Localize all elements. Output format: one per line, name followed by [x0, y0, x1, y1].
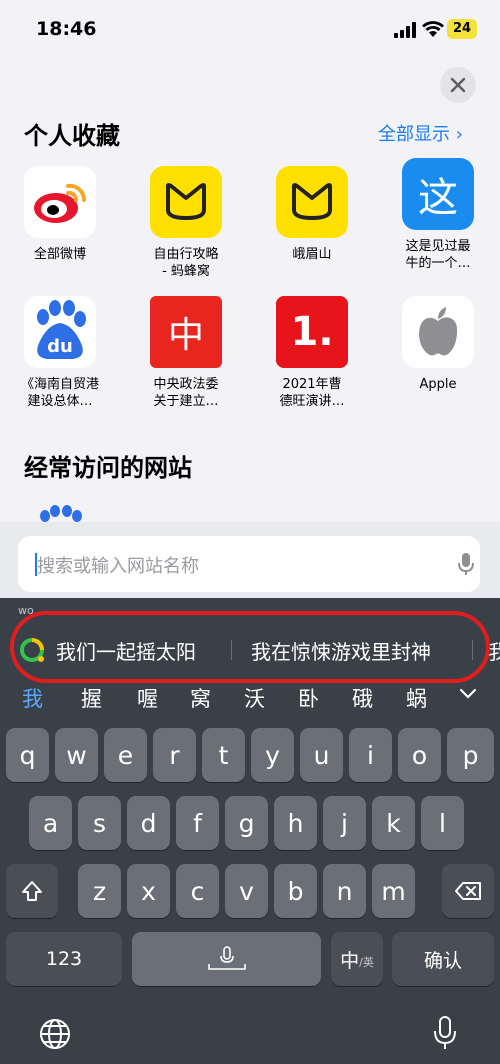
candidate-char[interactable]: 沃 — [244, 683, 265, 713]
close-icon — [450, 77, 466, 93]
svg-text:du: du — [47, 336, 73, 357]
microphone-icon[interactable] — [432, 1015, 458, 1051]
key-c[interactable]: c — [176, 864, 219, 918]
language-switch-key[interactable]: 中/英 — [331, 932, 383, 986]
confirm-key[interactable]: 确认 — [392, 932, 494, 986]
search-placeholder: 搜索或输入网站名称 — [37, 556, 199, 577]
favorite-zhong[interactable]: 中 中央政法委 关于建立… — [130, 296, 242, 410]
weibo-icon — [24, 166, 96, 238]
delete-key[interactable] — [442, 864, 494, 918]
language-key-sublabel: /英 — [359, 956, 374, 969]
candidate-char[interactable]: 硪 — [352, 683, 373, 713]
favorite-label: 2021年曹 德旺演讲… — [279, 377, 345, 409]
wifi-icon — [422, 21, 444, 37]
chevron-down-icon[interactable] — [459, 688, 477, 700]
key-h[interactable]: h — [274, 796, 317, 850]
key-q[interactable]: q — [6, 728, 49, 782]
favorite-label: 全部微博 — [33, 247, 86, 262]
favorite-label: 峨眉山 — [292, 247, 332, 262]
zhong-icon: 中 — [150, 296, 222, 368]
status-bar: 18:46 24 — [0, 0, 500, 60]
signal-icon — [394, 22, 416, 38]
numbers-key[interactable]: 123 — [6, 932, 122, 986]
key-a[interactable]: a — [29, 796, 72, 850]
key-b[interactable]: b — [274, 864, 317, 918]
frequent-title: 经常访问的网站 — [24, 454, 192, 482]
mafengwo-icon — [150, 166, 222, 238]
candidate-char[interactable]: 蜗 — [406, 683, 427, 713]
favorite-emeishan[interactable]: 峨眉山 — [256, 166, 368, 263]
key-v[interactable]: v — [225, 864, 268, 918]
favorite-zhe[interactable]: 这 这是见过最 牛的一个… — [382, 158, 494, 272]
key-i[interactable]: i — [349, 728, 392, 782]
key-u[interactable]: u — [300, 728, 343, 782]
battery-indicator: 24 — [447, 19, 477, 39]
favorite-one[interactable]: 1. 2021年曹 德旺演讲… — [256, 296, 368, 410]
mafengwo-icon — [276, 166, 348, 238]
microphone-icon[interactable] — [456, 552, 476, 576]
zhe-icon: 这 — [402, 158, 474, 230]
language-key-label: 中 — [340, 949, 360, 972]
key-z[interactable]: z — [78, 864, 121, 918]
favorites-title: 个人收藏 — [24, 122, 120, 150]
favorite-baidu[interactable]: du 《海南自贸港 建设总体… — [4, 296, 116, 410]
favorite-weibo[interactable]: 全部微博 — [4, 166, 116, 263]
search-input[interactable]: 搜索或输入网站名称 — [18, 536, 480, 592]
key-g[interactable]: g — [225, 796, 268, 850]
annotation-highlight — [10, 611, 490, 683]
favorite-mafengwo[interactable]: 自由行攻略 - 蚂蜂窝 — [130, 166, 242, 280]
keyboard-bottom-bar — [0, 992, 500, 1064]
candidate-char[interactable]: 我 — [22, 683, 43, 713]
key-r[interactable]: r — [153, 728, 196, 782]
baidu-icon: du — [24, 296, 96, 368]
favorite-label: 《海南自贸港 建设总体… — [20, 377, 99, 409]
candidate-char[interactable]: 窝 — [190, 683, 211, 713]
one-icon: 1. — [276, 296, 348, 368]
key-x[interactable]: x — [127, 864, 170, 918]
key-m[interactable]: m — [372, 864, 415, 918]
key-f[interactable]: f — [176, 796, 219, 850]
favorite-label: 中央政法委 关于建立… — [153, 377, 219, 409]
key-j[interactable]: j — [323, 796, 366, 850]
favorite-label: Apple — [419, 377, 457, 392]
status-time: 18:46 — [36, 18, 97, 40]
favorite-label: 自由行攻略 - 蚂蜂窝 — [153, 247, 219, 279]
candidate-char[interactable]: 卧 — [298, 683, 319, 713]
key-t[interactable]: t — [202, 728, 245, 782]
favorite-apple[interactable]: Apple — [382, 296, 494, 393]
key-l[interactable]: l — [421, 796, 464, 850]
key-n[interactable]: n — [323, 864, 366, 918]
backspace-icon — [455, 882, 481, 900]
microphone-icon — [207, 946, 246, 970]
key-o[interactable]: o — [398, 728, 441, 782]
favorite-label: 这是见过最 牛的一个… — [405, 239, 471, 271]
key-s[interactable]: s — [78, 796, 121, 850]
globe-icon[interactable] — [38, 1017, 72, 1051]
shift-key[interactable] — [6, 864, 58, 918]
key-w[interactable]: w — [55, 728, 98, 782]
key-d[interactable]: d — [127, 796, 170, 850]
shift-icon — [22, 881, 42, 901]
key-k[interactable]: k — [372, 796, 415, 850]
candidate-char[interactable]: 握 — [81, 683, 102, 713]
candidate-char[interactable]: 喔 — [137, 683, 158, 713]
close-button[interactable] — [440, 67, 476, 103]
apple-icon — [402, 296, 474, 368]
key-e[interactable]: e — [104, 728, 147, 782]
key-y[interactable]: y — [251, 728, 294, 782]
baidu-icon — [40, 505, 82, 522]
key-p[interactable]: p — [447, 728, 494, 782]
show-all-link[interactable]: 全部显示 › — [378, 120, 463, 146]
space-key[interactable] — [132, 932, 321, 986]
